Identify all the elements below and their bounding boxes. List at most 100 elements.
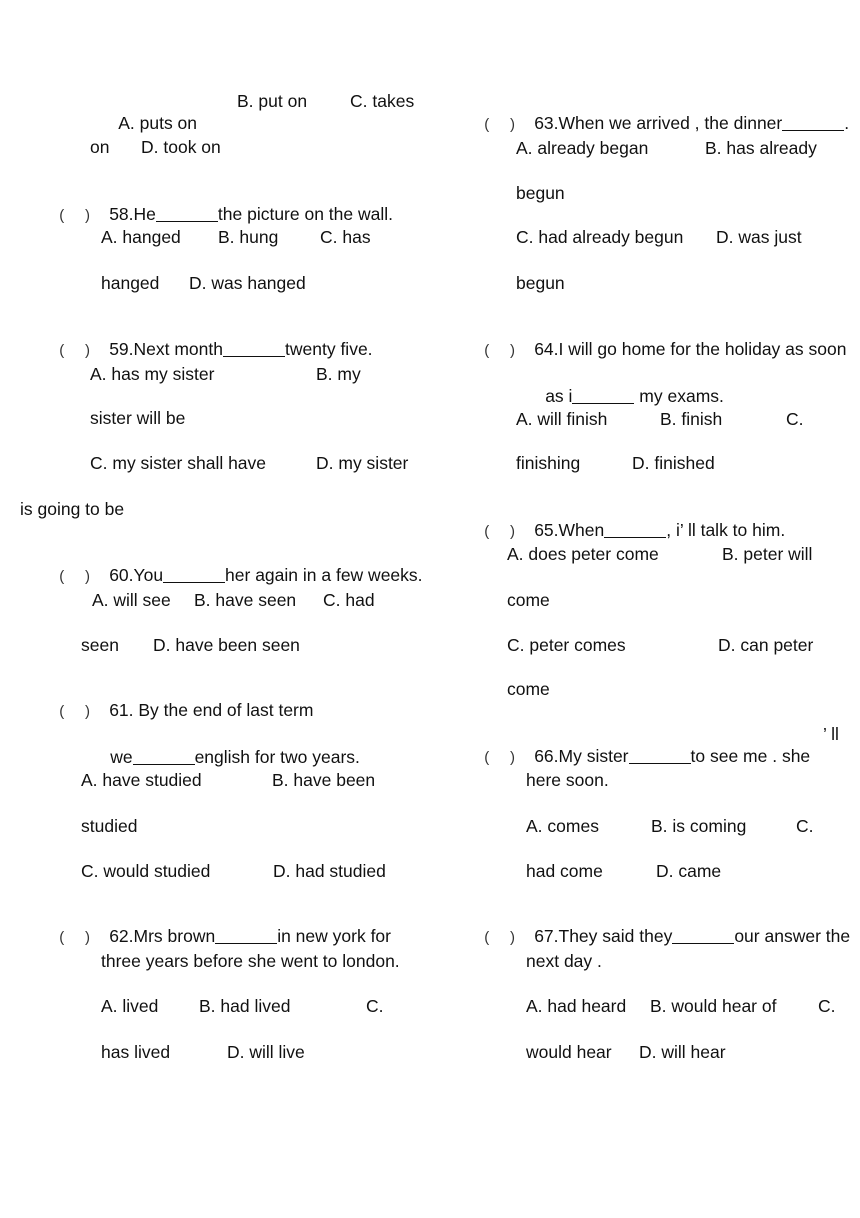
option-c[interactable]: C. my sister shall have xyxy=(90,452,266,474)
option-d[interactable]: D. took on xyxy=(141,136,221,158)
answer-bracket[interactable]: ( ) xyxy=(59,205,109,227)
option-a[interactable]: A. had heard xyxy=(526,995,626,1017)
option-b[interactable]: B. have been xyxy=(272,769,375,791)
option-c-continued: on xyxy=(90,137,110,157)
question-stem: ( ) 58.He the picture on the wall. xyxy=(30,181,393,224)
answer-blank xyxy=(215,927,278,944)
option-d[interactable]: D. will live xyxy=(227,1041,305,1063)
question-text: 63.When we arrived , the dinner xyxy=(534,113,783,133)
answer-bracket[interactable]: ( ) xyxy=(484,927,534,949)
option-a[interactable]: A. hanged xyxy=(101,226,181,248)
question-text: 64.I will go home for the holiday as soo… xyxy=(534,339,847,359)
option-d[interactable]: D. was hanged xyxy=(189,272,306,294)
question-stem-continued: three years before she went to london. xyxy=(101,951,400,971)
question-text-tail: the picture on the wall. xyxy=(217,204,393,224)
option-b-continued: sister will be xyxy=(90,408,186,428)
option-d[interactable]: D. can peter xyxy=(718,634,813,656)
option-d[interactable]: D. was just xyxy=(716,226,802,248)
option-a[interactable]: A. has my sister xyxy=(90,363,214,385)
question-stem-continued: we english for two years. xyxy=(81,724,360,767)
option-c-continued: would hear xyxy=(526,1042,612,1062)
question-text-tail: her again in a few weeks. xyxy=(225,565,423,585)
option-d[interactable]: D. came xyxy=(656,860,721,882)
question-text-tail: in new york for xyxy=(277,926,391,946)
option-b[interactable]: B. my xyxy=(316,363,361,385)
answer-blank xyxy=(155,205,218,222)
question-stem-continued: here soon. xyxy=(526,770,609,790)
question-stem-continued: next day . xyxy=(526,951,602,971)
option-b[interactable]: B. have seen xyxy=(194,589,296,611)
option-c[interactable]: C. had already begun xyxy=(516,226,683,248)
answer-blank xyxy=(572,387,635,404)
option-d[interactable]: D. had studied xyxy=(273,860,386,882)
option-b[interactable]: B. had lived xyxy=(199,995,290,1017)
answer-bracket[interactable]: ( ) xyxy=(484,747,534,769)
option-a[interactable]: A. lived xyxy=(101,995,158,1017)
answer-bracket[interactable]: ( ) xyxy=(484,340,534,362)
option-c[interactable]: C. xyxy=(818,995,836,1017)
option-d[interactable]: D. finished xyxy=(632,452,715,474)
option-c[interactable]: C. xyxy=(366,995,384,1017)
answer-blank xyxy=(132,748,195,765)
question-stem: ( ) 67.They said they our answer the xyxy=(455,903,850,946)
option-a[interactable]: A. comes xyxy=(526,815,599,837)
option-c[interactable]: C. had xyxy=(323,589,375,611)
option-d[interactable]: D. have been seen xyxy=(153,634,300,656)
answer-blank xyxy=(672,927,735,944)
answer-bracket[interactable]: ( ) xyxy=(484,114,534,136)
option-c[interactable]: C. has xyxy=(320,226,371,248)
answer-bracket[interactable]: ( ) xyxy=(484,521,534,543)
question-stem: ( ) 66.My sister to see me . she xyxy=(455,723,810,766)
option-c[interactable]: C. takes xyxy=(350,90,414,112)
question-text: 59.Next month xyxy=(109,339,223,359)
option-b[interactable]: B. peter will xyxy=(722,543,812,565)
worksheet-page: A. puts on B. put on C. takes on D. took… xyxy=(0,0,860,1218)
question-text-tail-apostrophe: ’ ll xyxy=(823,724,839,744)
answer-blank xyxy=(782,114,845,131)
question-text: 65.When xyxy=(534,520,605,540)
answer-blank xyxy=(223,340,285,357)
answer-bracket[interactable]: ( ) xyxy=(59,927,109,949)
question-text-tail: our answer the xyxy=(734,926,851,946)
question-text: 61. By the end of last term xyxy=(109,700,314,720)
question-text: we xyxy=(110,747,133,767)
option-b[interactable]: B. has already xyxy=(705,137,817,159)
option-a[interactable]: A. will see xyxy=(92,589,171,611)
question-text-tail: to see me . she xyxy=(690,746,811,766)
answer-bracket[interactable]: ( ) xyxy=(59,566,109,588)
question-stem: ( ) 63.When we arrived , the dinner. xyxy=(455,90,849,133)
question-text-tail: english for two years. xyxy=(194,747,360,767)
question-stem: ( ) 61. By the end of last term xyxy=(30,677,313,720)
option-d[interactable]: D. will hear xyxy=(639,1041,726,1063)
question-stem-continued: as i my exams. xyxy=(516,363,724,406)
option-a[interactable]: A. have studied xyxy=(81,769,202,791)
option-b[interactable]: B. hung xyxy=(218,226,278,248)
question-text: 62.Mrs brown xyxy=(109,926,216,946)
question-stem: ( ) 60.You her again in a few weeks. xyxy=(30,542,422,585)
option-d[interactable]: D. my sister xyxy=(316,452,408,474)
options-line: A. puts on xyxy=(90,90,197,133)
question-text-tail: , i’ ll talk to him. xyxy=(666,520,786,540)
option-d-continued: come xyxy=(507,679,550,699)
option-b[interactable]: B. finish xyxy=(660,408,722,430)
question-text: 60.You xyxy=(109,565,164,585)
question-stem: ( ) 65.When , i’ ll talk to him. xyxy=(455,497,785,540)
question-text: 67.They said they xyxy=(534,926,673,946)
option-b[interactable]: B. is coming xyxy=(651,815,746,837)
question-text-tail: twenty five. xyxy=(285,339,373,359)
option-c-continued: has lived xyxy=(101,1042,171,1062)
option-c[interactable]: C. xyxy=(786,408,804,430)
option-a[interactable]: A. does peter come xyxy=(507,543,659,565)
option-a[interactable]: A. will finish xyxy=(516,408,607,430)
question-text: as i xyxy=(545,386,573,406)
answer-bracket[interactable]: ( ) xyxy=(59,701,109,723)
option-a[interactable]: A. already began xyxy=(516,137,648,159)
option-c[interactable]: C. xyxy=(796,815,814,837)
option-a[interactable]: A. puts on xyxy=(118,113,197,133)
option-b[interactable]: B. put on xyxy=(237,90,307,112)
option-b-continued: begun xyxy=(516,183,565,203)
option-b[interactable]: B. would hear of xyxy=(650,995,776,1017)
option-c[interactable]: C. peter comes xyxy=(507,634,626,656)
option-c[interactable]: C. would studied xyxy=(81,860,210,882)
answer-bracket[interactable]: ( ) xyxy=(59,340,109,362)
